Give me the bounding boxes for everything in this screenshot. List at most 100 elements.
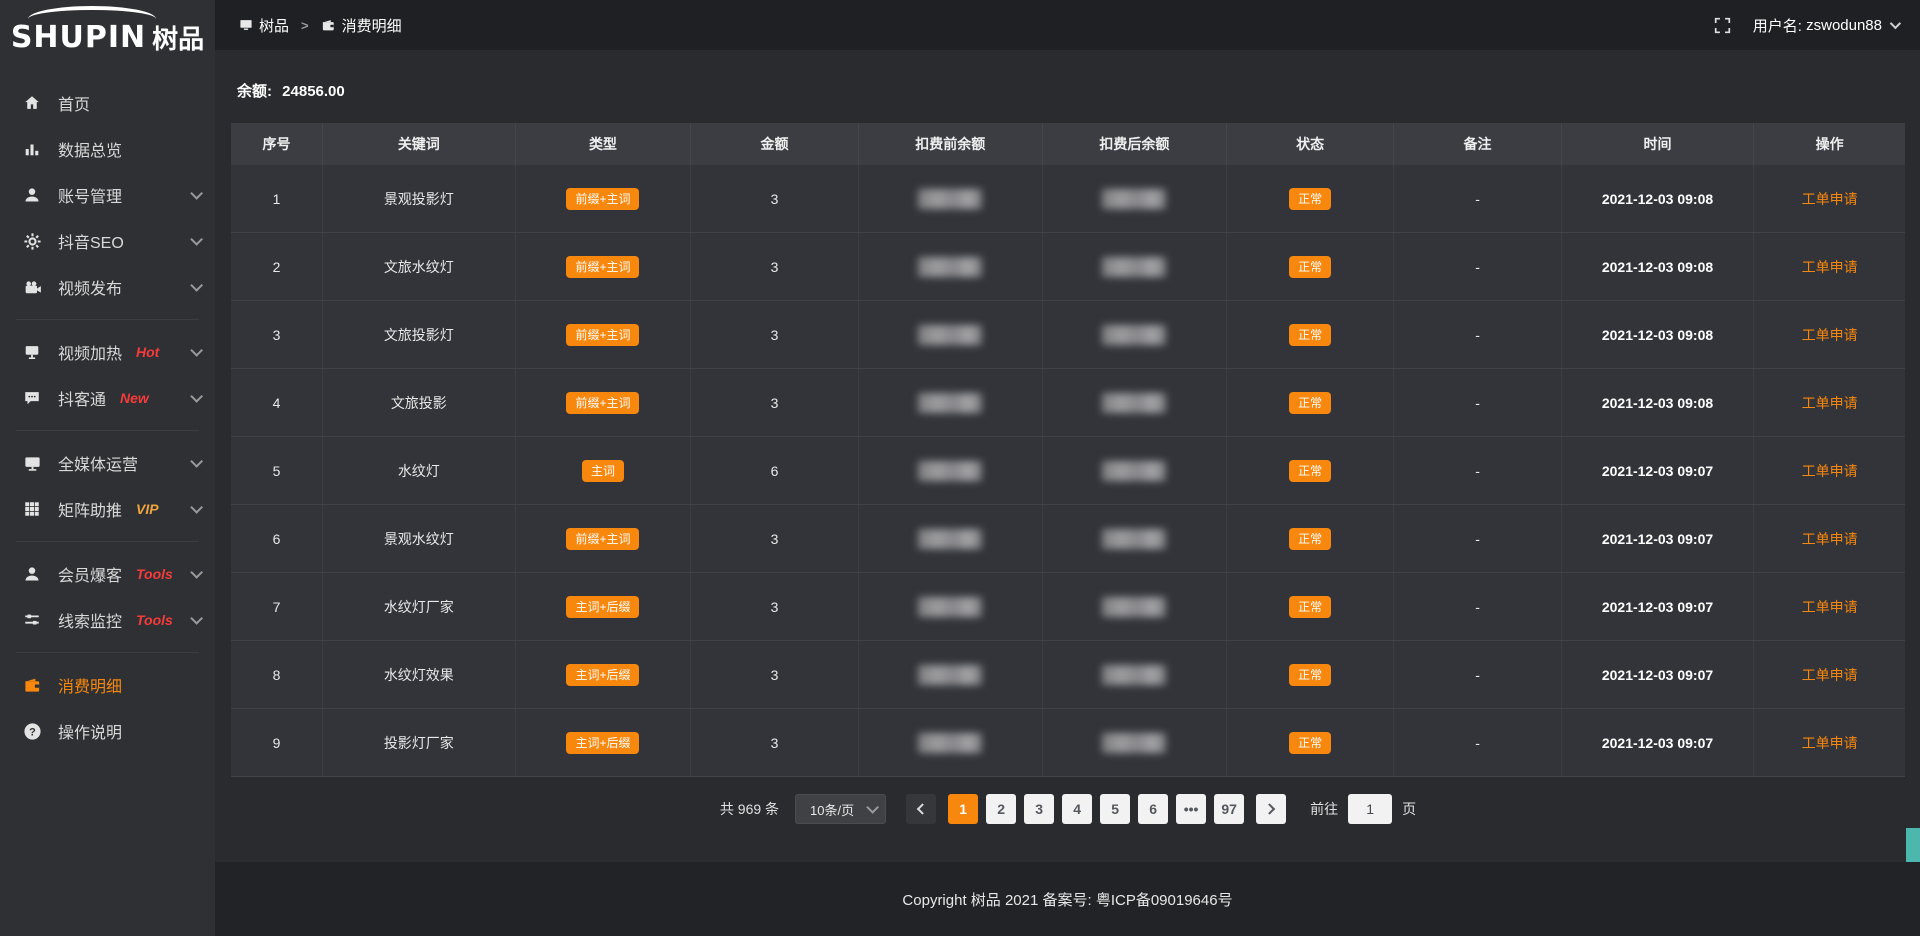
hot-tag: Hot: [136, 344, 159, 360]
row-keyword: 投影灯厂家: [323, 709, 516, 776]
new-tag: New: [120, 390, 149, 406]
breadcrumb: 树品 > 消费明细: [239, 15, 402, 36]
chevron-down-icon: [190, 501, 203, 514]
sidebar-item-douketong[interactable]: 抖客通 New: [0, 375, 215, 421]
sidebar-item-label: 视频加热: [58, 340, 122, 364]
blurred-value: [918, 733, 982, 753]
sidebar-item-video-publish[interactable]: 视频发布: [0, 264, 215, 310]
row-status: 正常: [1227, 165, 1394, 232]
row-time: 2021-12-03 09:07: [1562, 709, 1755, 776]
row-balance-before-redacted: [859, 301, 1043, 368]
row-action: 工单申请: [1754, 233, 1905, 300]
app-logo: SHUPIN 树品: [0, 4, 215, 70]
work-order-link[interactable]: 工单申请: [1802, 393, 1858, 413]
work-order-link[interactable]: 工单申请: [1802, 189, 1858, 209]
work-order-link[interactable]: 工单申请: [1802, 597, 1858, 617]
status-badge: 正常: [1289, 392, 1331, 414]
sliders-icon: [22, 610, 42, 630]
row-time: 2021-12-03 09:07: [1562, 437, 1755, 504]
page-number-button[interactable]: 6: [1138, 794, 1168, 824]
next-page-button[interactable]: [1256, 794, 1286, 824]
blurred-value: [1102, 189, 1166, 209]
breadcrumb-app[interactable]: 树品: [259, 15, 289, 36]
sidebar-item-data-overview[interactable]: 数据总览: [0, 126, 215, 172]
row-amount: 6: [691, 437, 858, 504]
blurred-value: [918, 529, 982, 549]
page-number-button[interactable]: 5: [1100, 794, 1130, 824]
row-index: 3: [231, 301, 323, 368]
prev-page-button[interactable]: [906, 794, 936, 824]
row-balance-after-redacted: [1043, 573, 1227, 640]
sidebar-item-account-management[interactable]: 账号管理: [0, 172, 215, 218]
row-action: 工单申请: [1754, 641, 1905, 708]
row-time: 2021-12-03 09:08: [1562, 369, 1755, 436]
sidebar: SHUPIN 树品 首页 数据总览 账号管理: [0, 0, 215, 936]
work-order-link[interactable]: 工单申请: [1802, 257, 1858, 277]
blurred-value: [918, 393, 982, 413]
sidebar-item-all-media[interactable]: 全媒体运营: [0, 440, 215, 486]
chevron-right-icon: [1264, 803, 1275, 814]
work-order-link[interactable]: 工单申请: [1802, 529, 1858, 549]
row-amount: 3: [691, 233, 858, 300]
page-number-button[interactable]: •••: [1176, 794, 1206, 824]
sidebar-item-matrix-boost[interactable]: 矩阵助推 VIP: [0, 486, 215, 532]
breadcrumb-app-icon: [239, 18, 253, 32]
row-balance-after-redacted: [1043, 301, 1227, 368]
row-status: 正常: [1227, 573, 1394, 640]
chevron-down-icon: [190, 390, 203, 403]
blurred-value: [918, 189, 982, 209]
page-size-select[interactable]: 10条/页: [795, 794, 886, 824]
row-remark: -: [1394, 641, 1561, 708]
row-keyword: 文旅水纹灯: [323, 233, 516, 300]
row-amount: 3: [691, 505, 858, 572]
work-order-link[interactable]: 工单申请: [1802, 665, 1858, 685]
row-action: 工单申请: [1754, 165, 1905, 232]
page-number-button[interactable]: 4: [1062, 794, 1092, 824]
chevron-down-icon[interactable]: [1890, 18, 1901, 29]
blurred-value: [918, 257, 982, 277]
sidebar-item-label: 矩阵助推: [58, 497, 122, 521]
sidebar-item-lead-monitor[interactable]: 线索监控 Tools: [0, 597, 215, 643]
work-order-link[interactable]: 工单申请: [1802, 461, 1858, 481]
chevron-left-icon: [917, 803, 928, 814]
row-index: 7: [231, 573, 323, 640]
goto-page-input[interactable]: [1348, 794, 1392, 824]
sidebar-item-member-burst[interactable]: 会员爆客 Tools: [0, 551, 215, 597]
sidebar-item-video-heat[interactable]: 视频加热 Hot: [0, 329, 215, 375]
row-remark: -: [1394, 233, 1561, 300]
work-order-link[interactable]: 工单申请: [1802, 325, 1858, 345]
sidebar-item-instructions[interactable]: ? 操作说明: [0, 708, 215, 754]
row-balance-before-redacted: [859, 641, 1043, 708]
row-time: 2021-12-03 09:08: [1562, 165, 1755, 232]
row-balance-after-redacted: [1043, 505, 1227, 572]
username-value[interactable]: zswodun88: [1806, 17, 1882, 34]
row-action: 工单申请: [1754, 505, 1905, 572]
sidebar-item-home[interactable]: 首页: [0, 80, 215, 126]
row-status: 正常: [1227, 709, 1394, 776]
chevron-down-icon: [190, 279, 203, 292]
page-number-button[interactable]: 2: [986, 794, 1016, 824]
fullscreen-icon[interactable]: [1714, 17, 1731, 34]
chart-icon: [22, 139, 42, 159]
type-badge: 前缀+主词: [566, 392, 639, 414]
page-number-button[interactable]: 1: [948, 794, 978, 824]
user-icon: [22, 185, 42, 205]
menu-divider: [16, 652, 199, 653]
breadcrumb-page[interactable]: 消费明细: [342, 15, 402, 36]
row-amount: 3: [691, 709, 858, 776]
sidebar-item-label: 操作说明: [58, 719, 122, 743]
sidebar-item-consumption-detail[interactable]: 消费明细: [0, 662, 215, 708]
page-number-button[interactable]: 97: [1214, 794, 1244, 824]
sidebar-item-douyin-seo[interactable]: 抖音SEO: [0, 218, 215, 264]
page-number-button[interactable]: 3: [1024, 794, 1054, 824]
work-order-link[interactable]: 工单申请: [1802, 733, 1858, 753]
blurred-value: [1102, 257, 1166, 277]
row-action: 工单申请: [1754, 573, 1905, 640]
home-icon: [22, 93, 42, 113]
sidebar-menu: 首页 数据总览 账号管理 抖音SEO: [0, 70, 215, 926]
row-amount: 3: [691, 301, 858, 368]
chevron-down-icon: [190, 233, 203, 246]
row-status: 正常: [1227, 301, 1394, 368]
row-remark: -: [1394, 573, 1561, 640]
gear-icon: [22, 231, 42, 251]
